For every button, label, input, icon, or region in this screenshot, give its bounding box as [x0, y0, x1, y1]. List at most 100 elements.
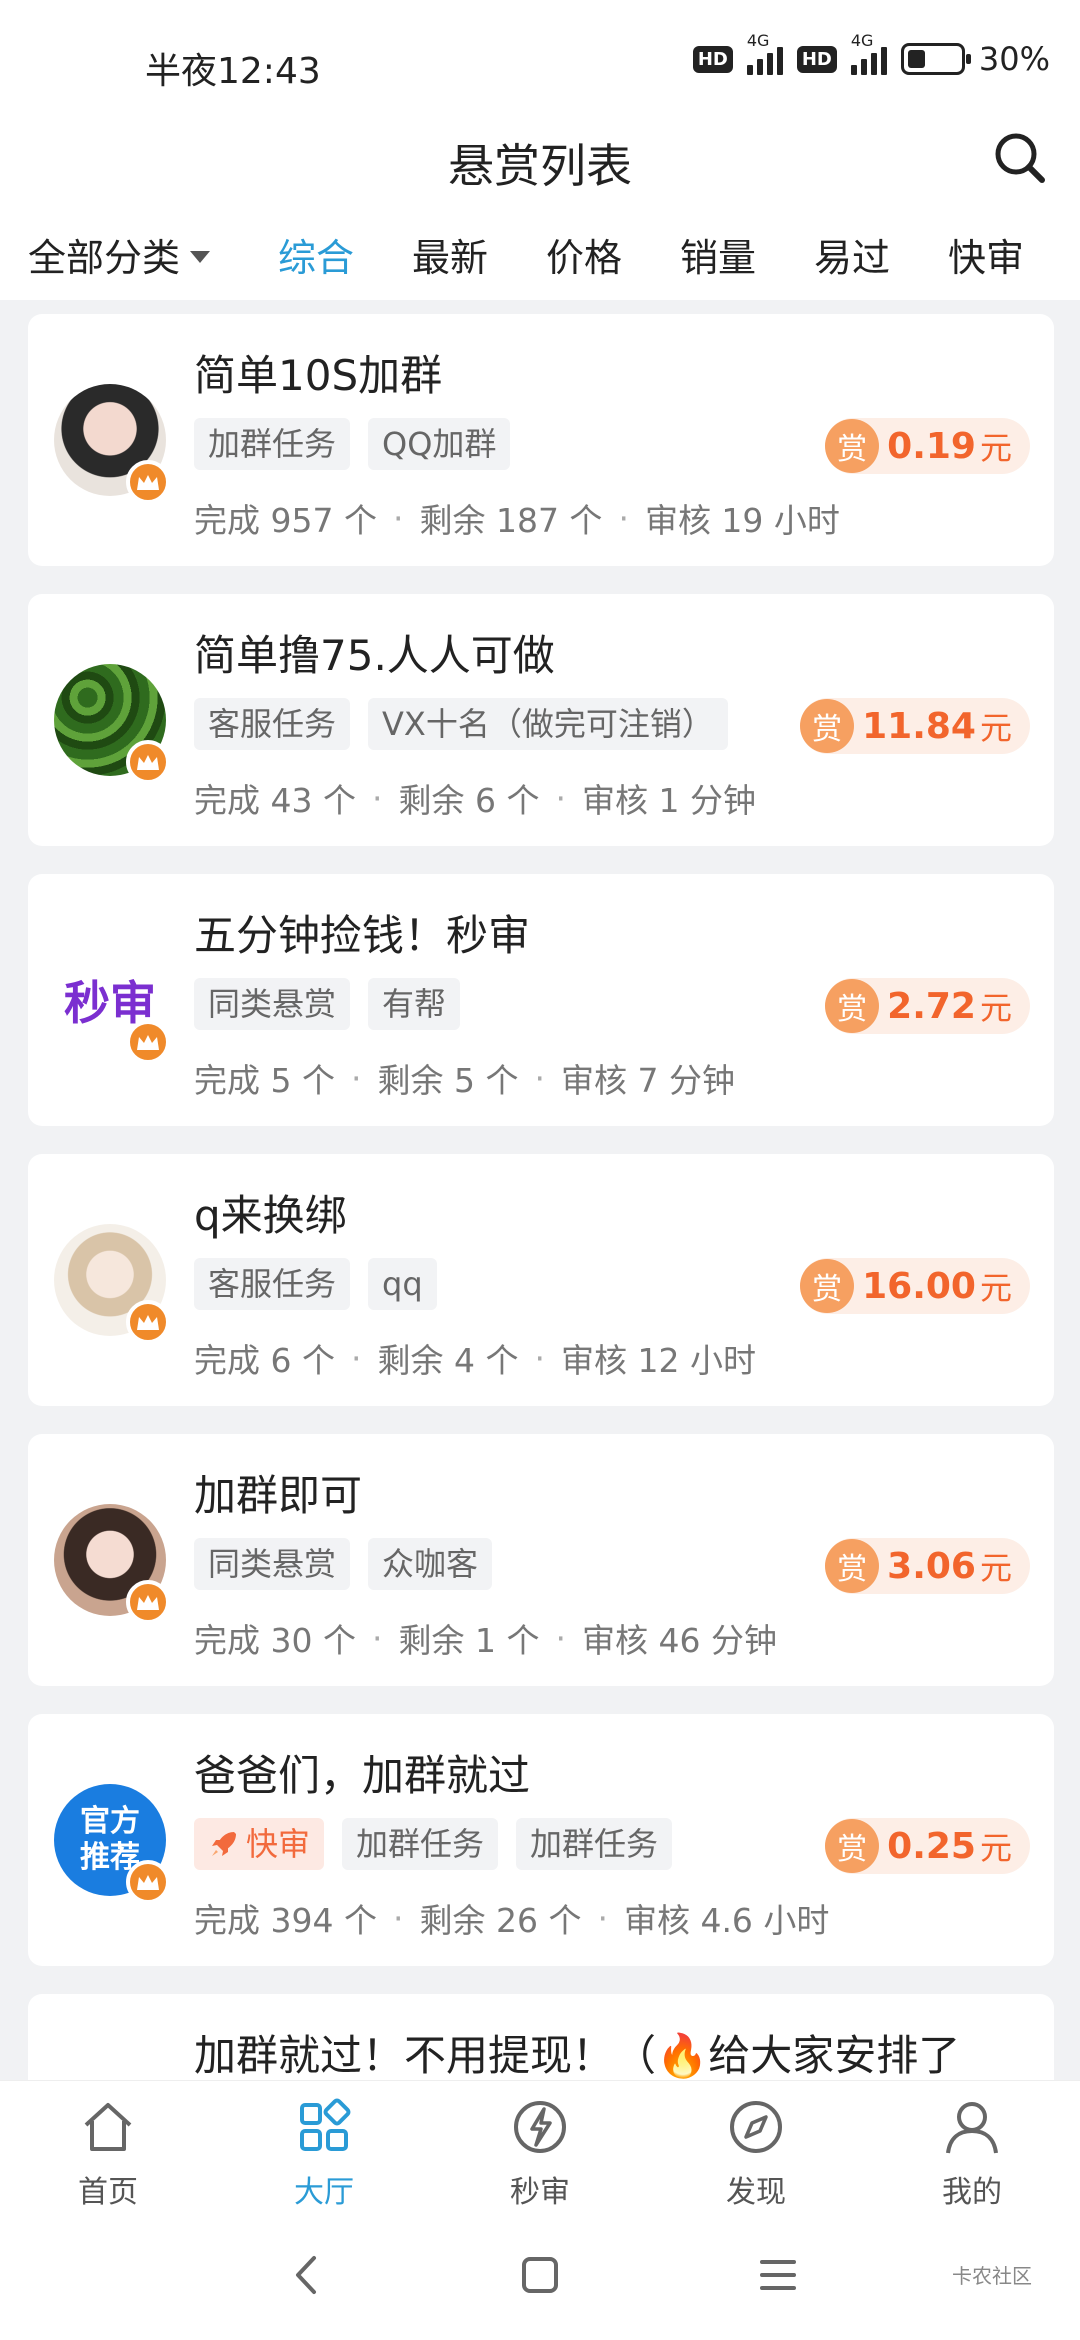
remaining-count: 剩余 1 个 [398, 1621, 540, 1660]
review-time: 审核 1 分钟 [581, 781, 756, 820]
nav-home[interactable]: 首页 [38, 2097, 178, 2211]
status-indicators: HD 4G HD 4G 30% [692, 31, 1050, 78]
task-card[interactable]: 官方推荐 爸爸们，加群就过 快审 加群任务 加群任务 赏 0.25 元 完成 3… [28, 1714, 1054, 1966]
battery-icon [900, 43, 971, 75]
reward-amount: 3.06 [887, 1545, 976, 1587]
remaining-count: 剩余 6 个 [398, 781, 540, 820]
nav-profile[interactable]: 我的 [902, 2097, 1042, 2211]
flash-icon [514, 2101, 566, 2153]
task-tags: 客服任务 VX十名（做完可注销） [194, 698, 728, 750]
task-stats: 完成 6 个 · 剩余 4 个 · 审核 12 小时 [194, 1334, 756, 1382]
review-time: 审核 46 分钟 [581, 1621, 777, 1660]
tab-latest[interactable]: 最新 [412, 227, 488, 282]
grid-icon [300, 2098, 351, 2151]
reward-icon: 赏 [825, 1539, 880, 1593]
task-card[interactable]: 加群即可 同类悬赏 众咖客 赏 3.06 元 完成 30 个 · 剩余 1 个 · … [28, 1434, 1054, 1686]
crown-icon [126, 1300, 170, 1344]
completed-count: 完成 394 个 [194, 1901, 377, 1940]
reward-unit: 元 [979, 429, 1012, 467]
crown-icon [126, 1860, 170, 1904]
task-title: 加群即可 [194, 1471, 363, 1520]
review-time: 审核 12 小时 [560, 1341, 756, 1380]
reward-unit: 元 [979, 989, 1012, 1027]
avatar [54, 664, 170, 784]
task-card[interactable]: 秒审 五分钟捡钱！秒审 同类悬赏 有帮 赏 2.72 元 完成 5 个 · 剩余 … [28, 874, 1054, 1126]
avatar [54, 384, 170, 504]
review-time: 审核 19 小时 [644, 501, 840, 540]
tab-fast-review[interactable]: 快审 [948, 227, 1024, 282]
hd-badge: HD [796, 45, 837, 73]
caret-down-icon [190, 250, 211, 263]
task-stats: 完成 394 个 · 剩余 26 个 · 审核 4.6 小时 [194, 1894, 829, 1942]
home-button-icon[interactable] [510, 2250, 570, 2300]
task-tag: 客服任务 [194, 1258, 351, 1310]
reward-unit: 元 [979, 709, 1012, 747]
task-tag: 有帮 [368, 978, 461, 1030]
system-nav-bar: 卡农社区 [0, 2210, 1080, 2340]
task-title: 爸爸们，加群就过 [194, 1751, 531, 1800]
task-tag: 众咖客 [368, 1538, 493, 1590]
compass-icon [730, 2101, 782, 2153]
task-title: 简单撸75.人人可做 [194, 631, 555, 680]
bottom-nav: 首页 大厅 秒审 发现 我的 [0, 2080, 1080, 2210]
fast-review-tag: 快审 [194, 1818, 325, 1870]
task-title: 五分钟捡钱！秒审 [194, 911, 531, 960]
tab-price[interactable]: 价格 [546, 227, 622, 282]
hd-badge: HD [692, 45, 733, 73]
task-tags: 客服任务 qq [194, 1258, 437, 1310]
menu-icon[interactable] [748, 2250, 808, 2300]
remaining-count: 剩余 5 个 [377, 1061, 519, 1100]
crown-icon [126, 460, 170, 504]
task-tag: 加群任务 [194, 418, 351, 470]
person-icon [946, 2102, 998, 2154]
task-card[interactable]: 简单撸75.人人可做 客服任务 VX十名（做完可注销） 赏 11.84 元 完成… [28, 594, 1054, 846]
tab-comprehensive[interactable]: 综合 [278, 227, 354, 282]
task-tags: 加群任务 QQ加群 [194, 418, 511, 470]
task-card[interactable]: q来换绑 客服任务 qq 赏 16.00 元 完成 6 个 · 剩余 4 个 · 审… [28, 1154, 1054, 1406]
task-title: 加群就过！不用提现！（🔥给大家安排了 [194, 2031, 961, 2080]
task-stats: 完成 5 个 · 剩余 5 个 · 审核 7 分钟 [194, 1054, 735, 1102]
home-icon [84, 2103, 132, 2151]
task-title: q来换绑 [194, 1191, 347, 1240]
task-tag: 同类悬赏 [194, 1538, 351, 1590]
completed-count: 完成 43 个 [194, 781, 356, 820]
remaining-count: 剩余 187 个 [419, 501, 603, 540]
nav-quick-review[interactable]: 秒审 [470, 2097, 610, 2211]
app-header: 悬赏列表 [0, 120, 1080, 215]
reward-icon: 赏 [800, 1259, 855, 1313]
task-tag: 同类悬赏 [194, 978, 351, 1030]
task-tag: qq [368, 1258, 437, 1310]
avatar: 官方推荐 [54, 1784, 170, 1904]
task-stats: 完成 957 个 · 剩余 187 个 · 审核 19 小时 [194, 494, 840, 542]
reward-icon: 赏 [825, 979, 880, 1033]
task-title: 简单10S加群 [194, 351, 443, 400]
reward-unit: 元 [979, 1269, 1012, 1307]
nav-hall[interactable]: 大厅 [254, 2097, 394, 2211]
crown-icon [126, 740, 170, 784]
reward-badge: 赏 11.84 元 [800, 698, 1030, 754]
category-dropdown[interactable]: 全部分类 [28, 227, 211, 282]
back-icon[interactable] [278, 2250, 338, 2300]
avatar: 秒审 [54, 944, 170, 1064]
signal-icon: 4G [850, 31, 887, 75]
task-tag: QQ加群 [368, 418, 511, 470]
tab-sales[interactable]: 销量 [680, 227, 756, 282]
reward-icon: 赏 [825, 1819, 880, 1873]
task-stats: 完成 43 个 · 剩余 6 个 · 审核 1 分钟 [194, 774, 756, 822]
nav-discover[interactable]: 发现 [686, 2097, 826, 2211]
task-stats: 完成 30 个 · 剩余 1 个 · 审核 46 分钟 [194, 1614, 777, 1662]
reward-badge: 赏 0.19 元 [825, 418, 1030, 474]
status-time: 半夜12:43 [145, 51, 321, 92]
tab-easy[interactable]: 易过 [814, 227, 890, 282]
reward-badge: 赏 0.25 元 [825, 1818, 1030, 1874]
task-card[interactable]: 加群就过！不用提现！（🔥给大家安排了 [28, 1994, 1054, 2094]
rocket-icon [212, 1832, 236, 1856]
crown-icon [126, 1580, 170, 1624]
search-icon[interactable] [990, 128, 1050, 188]
avatar [54, 1224, 170, 1344]
battery-percent: 30% [978, 40, 1050, 78]
completed-count: 完成 6 个 [194, 1341, 335, 1380]
filter-bar: 全部分类 综合 最新 价格 销量 易过 快审 [0, 215, 1080, 300]
review-time: 审核 4.6 小时 [623, 1901, 830, 1940]
task-card[interactable]: 简单10S加群 加群任务 QQ加群 赏 0.19 元 完成 957 个 · 剩余 … [28, 314, 1054, 566]
